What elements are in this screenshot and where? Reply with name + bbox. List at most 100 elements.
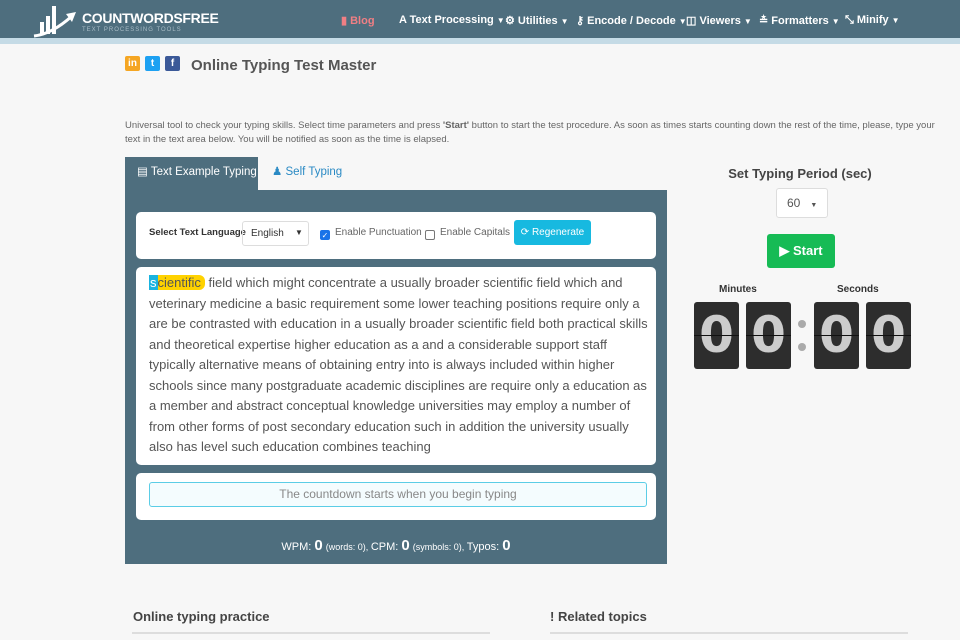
- text-line: from other forms of post secondary educa…: [149, 418, 629, 434]
- caret-down-icon: ▼: [496, 16, 505, 25]
- refresh-icon: ⟳: [520, 227, 532, 238]
- logo-subtitle: TEXT PROCESSING TOOLS: [82, 27, 182, 33]
- key-icon: ⚷: [576, 15, 588, 27]
- language-select[interactable]: English ▼: [242, 221, 309, 246]
- wpm-label: WPM:: [281, 541, 315, 553]
- linkedin-icon[interactable]: in: [125, 56, 140, 71]
- stats-bar: WPM: 0 (words: 0), CPM: 0 (symbols: 0), …: [125, 537, 667, 554]
- logo-chart-icon: [33, 6, 76, 38]
- colon-dot: [798, 320, 806, 328]
- minutes-label: Minutes: [719, 284, 757, 295]
- tab-label: Text Example Typing: [150, 166, 257, 178]
- person-icon: ♟: [272, 166, 286, 178]
- compress-icon: ⤡: [845, 14, 857, 26]
- colon-dot: [798, 343, 806, 351]
- text-line: veterinary medicine a basic requirement …: [149, 295, 640, 311]
- start-button[interactable]: ▶ Start: [767, 234, 835, 268]
- top-navbar: COUNTWORDSFREE TEXT PROCESSING TOOLS ▮ B…: [0, 0, 960, 44]
- typing-input[interactable]: The countdown starts when you begin typi…: [149, 482, 647, 507]
- columns-icon: ◫: [686, 15, 700, 27]
- nav-viewers[interactable]: ◫ Viewers ▼: [686, 14, 752, 27]
- twitter-icon[interactable]: t: [145, 56, 160, 71]
- tab-text-example-typing[interactable]: ▤ Text Example Typing: [125, 157, 258, 190]
- facebook-icon[interactable]: f: [165, 56, 180, 71]
- seconds-digit: 0: [814, 302, 859, 369]
- cpm-value: 0: [401, 537, 410, 554]
- typos-label: Typos:: [466, 541, 503, 553]
- nav-encode-decode[interactable]: ⚷ Encode / Decode ▼: [576, 14, 687, 27]
- text-line: scientific field which might concentrate…: [149, 273, 643, 294]
- text-line-rest: field which might concentrate a usually …: [204, 275, 623, 290]
- gear-icon: ⚙: [505, 15, 518, 27]
- play-icon: ▶: [779, 243, 793, 258]
- regenerate-label: Regenerate: [531, 227, 585, 238]
- language-label: Select Text Language: [149, 227, 246, 238]
- text-line: schools since many postgraduate academic…: [149, 377, 647, 393]
- language-value: English: [251, 228, 284, 239]
- typos-value: 0: [502, 537, 511, 554]
- nav-label: Encode / Decode: [587, 15, 676, 27]
- current-word: scientific: [149, 275, 205, 290]
- nav-label: Blog: [350, 15, 375, 27]
- related-heading: ! Related topics: [550, 609, 647, 624]
- tab-label: Self Typing: [285, 166, 343, 178]
- divider: [550, 632, 908, 634]
- period-value: 60: [787, 196, 801, 210]
- book-icon: ▮: [341, 15, 351, 27]
- nav-blog[interactable]: ▮ Blog: [341, 14, 375, 27]
- nav-formatters[interactable]: ≛ Formatters ▼: [759, 14, 840, 27]
- nav-utilities[interactable]: ⚙ Utilities ▼: [505, 14, 569, 27]
- typing-panel: Select Text Language English ▼ ✓ Enable P…: [125, 190, 667, 564]
- punctuation-label: Enable Punctuation: [335, 227, 422, 238]
- caret-down-icon: ▼: [743, 17, 752, 26]
- book-icon: ▤: [137, 166, 151, 178]
- formatter-icon: ≛: [759, 15, 772, 27]
- capitals-label: Enable Capitals: [440, 227, 511, 238]
- input-box: The countdown starts when you begin typi…: [136, 473, 656, 520]
- font-icon: A: [399, 14, 410, 26]
- start-label: Start: [792, 243, 823, 258]
- options-bar: Select Text Language English ▼ ✓ Enable P…: [136, 212, 656, 259]
- related-label: Related topics: [557, 609, 647, 624]
- minutes-digit: 0: [694, 302, 739, 369]
- caret-down-icon: ▼: [891, 16, 900, 25]
- logo[interactable]: COUNTWORDSFREE TEXT PROCESSING TOOLS: [32, 4, 219, 40]
- caret-down-icon: ▼: [831, 17, 840, 26]
- nav-label: Utilities: [517, 15, 558, 27]
- regenerate-button[interactable]: ⟳ Regenerate: [514, 220, 591, 245]
- text-line: also has level such education combines t…: [149, 439, 431, 454]
- cpm-label: CPM:: [370, 541, 402, 553]
- divider: [132, 632, 490, 634]
- caret-down-icon: ▼: [810, 202, 818, 209]
- nav-label: Minify: [856, 14, 889, 26]
- capitals-checkbox[interactable]: [425, 230, 435, 240]
- nav-label: Text Processing: [409, 14, 494, 26]
- current-word-rest: cientific: [157, 275, 201, 290]
- text-line: a member and abstract conceptual knowled…: [149, 398, 631, 413]
- text-line: and theoretical expertise higher educati…: [149, 336, 607, 352]
- exclamation-icon: !: [550, 609, 558, 624]
- words-count: (words: 0),: [325, 542, 371, 552]
- caret-down-icon: ▼: [295, 228, 303, 237]
- text-line: are be contrasted with education in a us…: [149, 316, 648, 331]
- nav-minify[interactable]: ⤡ Minify ▼: [845, 14, 900, 27]
- description-bold: 'Start': [442, 120, 470, 131]
- nav-label: Formatters: [771, 15, 829, 27]
- seconds-label: Seconds: [837, 284, 879, 295]
- nav-text-processing[interactable]: A Text Processing ▼: [399, 14, 505, 26]
- page-title: Online Typing Test Master: [191, 57, 377, 74]
- symbols-count: (symbols: 0),: [412, 542, 467, 552]
- period-select[interactable]: 60 ▼: [776, 188, 828, 218]
- seconds-digit: 0: [866, 302, 911, 369]
- cursor-char: s: [149, 275, 158, 290]
- punctuation-checkbox[interactable]: ✓: [320, 230, 330, 240]
- tab-self-typing[interactable]: ♟ Self Typing: [260, 157, 354, 190]
- description: Universal tool to check your typing skil…: [125, 119, 945, 147]
- sample-text: scientific field which might concentrate…: [136, 267, 656, 465]
- wpm-value: 0: [314, 537, 323, 554]
- logo-title: COUNTWORDSFREE: [82, 10, 219, 26]
- minutes-digit: 0: [746, 302, 791, 369]
- text-line: typically alternative means of obtaining…: [149, 357, 615, 372]
- practice-heading: Online typing practice: [133, 609, 270, 624]
- caret-down-icon: ▼: [560, 17, 569, 26]
